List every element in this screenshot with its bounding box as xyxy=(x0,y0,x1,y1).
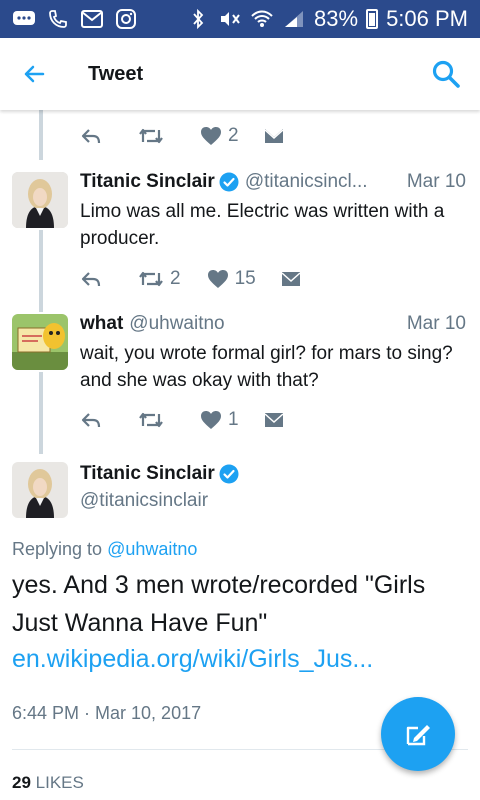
author-name[interactable]: what xyxy=(80,313,123,335)
like-button[interactable]: 2 xyxy=(200,125,239,147)
status-bar: 83% 5:06 PM xyxy=(0,0,480,38)
battery-icon xyxy=(366,9,379,29)
back-arrow-icon xyxy=(24,65,45,83)
phone-icon xyxy=(46,8,70,30)
like-count: 15 xyxy=(234,268,256,289)
tweet-text: wait, you wrote formal girl? for mars to… xyxy=(80,343,453,391)
reply-icon xyxy=(81,413,101,428)
tweet-header: Titanic Sinclair @titanicsincl... Mar 10 xyxy=(80,171,466,193)
mute-icon xyxy=(218,8,242,30)
retweet-button[interactable] xyxy=(138,410,164,430)
main-author: Titanic Sinclair xyxy=(80,463,239,485)
tweet-actions: 2 15 xyxy=(80,264,302,294)
envelope-icon xyxy=(281,272,301,286)
replying-prefix: Replying to xyxy=(12,539,103,559)
wifi-icon xyxy=(250,8,274,30)
heart-icon xyxy=(207,270,228,288)
reply-icon xyxy=(81,272,101,287)
retweet-button[interactable]: 2 xyxy=(138,268,181,290)
author-name[interactable]: Titanic Sinclair xyxy=(80,463,215,485)
reply-button[interactable] xyxy=(80,127,102,145)
replying-to-link[interactable]: @uhwaitno xyxy=(107,539,197,559)
like-count: 2 xyxy=(228,125,239,146)
avatar[interactable] xyxy=(12,314,68,370)
direct-message-button[interactable] xyxy=(263,127,285,145)
envelope-icon xyxy=(264,129,284,143)
retweet-icon xyxy=(139,412,163,428)
status-right: 83% 5:06 PM xyxy=(186,6,468,32)
tweet-date: Mar 10 xyxy=(406,313,466,334)
like-button[interactable]: 1 xyxy=(200,409,239,431)
likes-summary[interactable]: 29 LIKES xyxy=(12,773,84,793)
retweet-count: 2 xyxy=(170,268,181,289)
app-header: Tweet xyxy=(0,38,480,110)
retweet-button[interactable] xyxy=(138,126,164,146)
tweet-header: what @uhwaitno Mar 10 xyxy=(80,313,466,335)
thread-line xyxy=(39,230,43,312)
clock: 5:06 PM xyxy=(386,6,468,31)
search-icon xyxy=(432,60,460,88)
instagram-icon xyxy=(114,8,138,30)
compose-tweet-button[interactable] xyxy=(381,697,455,771)
search-button[interactable] xyxy=(426,54,466,94)
likes-label: LIKES xyxy=(35,773,84,792)
reply-button[interactable] xyxy=(80,411,102,429)
author-handle[interactable]: @titanicsincl... xyxy=(245,171,368,193)
bluetooth-icon xyxy=(186,8,210,30)
replying-to: Replying to @uhwaitno xyxy=(12,539,197,560)
signal-icon xyxy=(282,8,306,30)
likes-count: 29 xyxy=(12,773,31,792)
thread-line xyxy=(39,372,43,454)
like-button[interactable]: 15 xyxy=(207,268,256,290)
author-name[interactable]: Titanic Sinclair xyxy=(80,171,215,193)
reply-icon xyxy=(81,129,101,144)
battery-percent: 83% xyxy=(314,6,359,31)
tweet-timestamp: 6:44 PM · Mar 10, 2017 xyxy=(12,703,202,723)
gmail-icon xyxy=(80,8,104,30)
direct-message-button[interactable] xyxy=(263,411,285,429)
main-tweet-text: yes. And 3 men wrote/recorded "Girls Jus… xyxy=(12,571,426,637)
avatar[interactable] xyxy=(12,462,68,518)
envelope-icon xyxy=(264,413,284,427)
retweet-icon xyxy=(139,271,163,287)
tweet-actions: 1 xyxy=(80,405,285,435)
page-title: Tweet xyxy=(88,62,144,85)
tweet-actions: 2 xyxy=(80,121,285,151)
status-left-icons xyxy=(12,8,138,30)
avatar[interactable] xyxy=(12,172,68,228)
direct-message-button[interactable] xyxy=(280,270,302,288)
tweet-date: Mar 10 xyxy=(406,171,466,192)
tweet-link[interactable]: en.wikipedia.org/wiki/Girls_Jus... xyxy=(12,645,373,674)
messages-icon xyxy=(12,8,36,30)
verified-badge-icon xyxy=(219,172,239,192)
heart-icon xyxy=(201,127,221,145)
reply-button[interactable] xyxy=(80,270,102,288)
compose-icon xyxy=(406,725,430,746)
author-handle[interactable]: @uhwaitno xyxy=(129,313,224,335)
verified-badge-icon xyxy=(219,464,239,484)
like-count: 1 xyxy=(228,409,239,430)
retweet-icon xyxy=(139,128,163,144)
heart-icon xyxy=(201,411,221,429)
back-button[interactable] xyxy=(14,54,54,94)
author-handle[interactable]: @titanicsinclair xyxy=(80,490,208,512)
thread-line xyxy=(39,110,43,160)
tweet-text: Limo was all me. Electric was written wi… xyxy=(80,201,445,249)
